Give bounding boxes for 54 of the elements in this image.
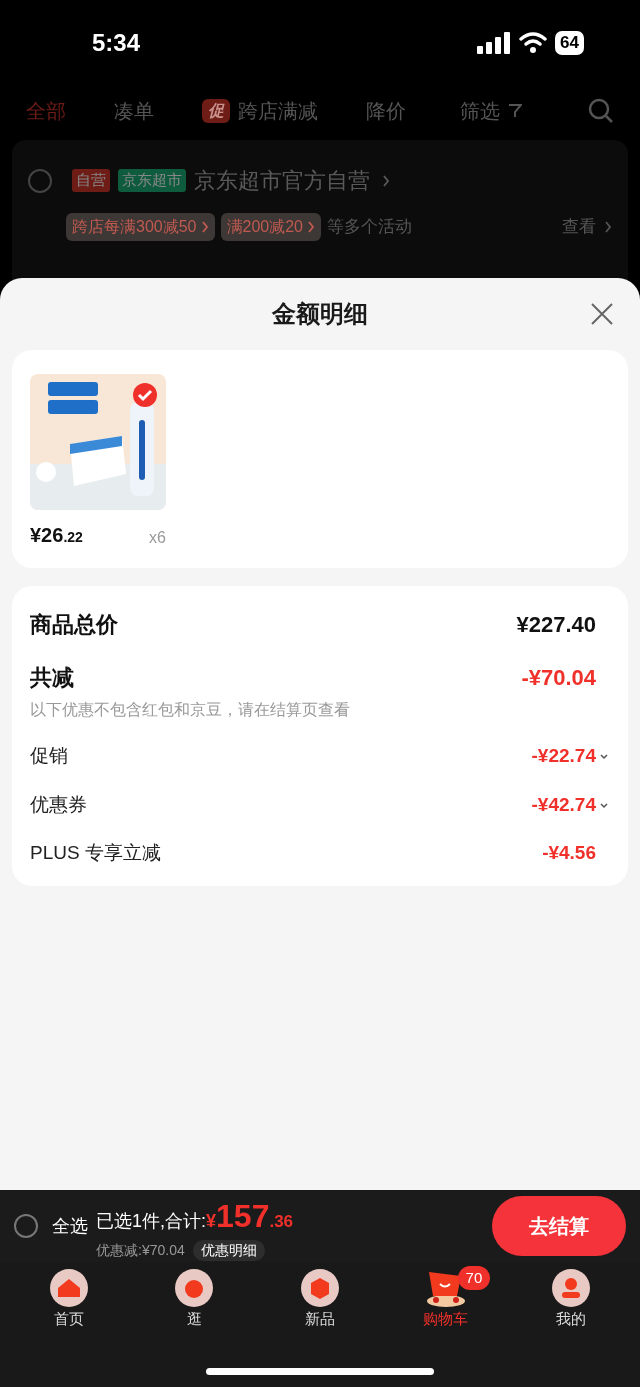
view-link[interactable]: 查看 — [562, 214, 612, 240]
summary-value: -¥42.74 — [531, 792, 596, 817]
selected-summary: 已选1件,合计: — [96, 1209, 206, 1233]
nav-tab[interactable]: 首页 — [18, 1268, 119, 1331]
house-icon — [48, 1268, 89, 1308]
cart-badge: 70 — [457, 1266, 491, 1290]
filter-tab[interactable]: 降价 — [366, 96, 406, 126]
product-quantity: x6 — [149, 528, 166, 548]
close-icon[interactable] — [590, 302, 614, 326]
select-all-label: 全选 — [52, 1214, 88, 1238]
summary-label: 商品总价 — [30, 611, 118, 639]
battery-indicator: 64 — [555, 31, 584, 55]
check-icon[interactable] — [132, 382, 158, 408]
chevron-right-icon — [307, 221, 315, 233]
wifi-icon — [519, 32, 548, 54]
store-checkbox[interactable] — [28, 168, 52, 193]
summary-value: ¥227.40 — [516, 611, 596, 639]
discount-summary: 优惠减:¥70.04 — [96, 1240, 185, 1260]
nav-tab[interactable]: 新品 — [270, 1268, 370, 1331]
product-price: ¥26.22 — [30, 523, 83, 548]
filter-tab[interactable]: 促 跨店满减 — [202, 96, 318, 126]
nav-tab[interactable]: 逛 — [144, 1268, 245, 1331]
status-time: 5:34 — [92, 28, 141, 58]
store-link[interactable]: 京东超市官方自营 — [194, 164, 390, 197]
store-tag: 京东超市 — [118, 169, 186, 192]
promo-badge: 促 — [202, 99, 230, 123]
nav-tab[interactable]: 我的 — [521, 1268, 622, 1331]
store-tag: 自营 — [72, 169, 110, 192]
box-icon — [300, 1268, 340, 1308]
summary-value: -¥4.56 — [542, 841, 596, 865]
signal-icon — [477, 32, 512, 54]
sheet-title: 金额明细 — [272, 299, 368, 329]
chevron-right-icon — [604, 221, 612, 233]
promo-chip[interactable]: 跨店每满300减50 — [66, 213, 215, 241]
promo-more: 等多个活动 — [327, 216, 412, 239]
summary-label: PLUS 专享立减 — [30, 841, 161, 865]
summary-note: 以下优惠不包含红包和京豆，请在结算页查看 — [30, 700, 351, 720]
summary-label: 促销 — [30, 744, 68, 768]
checkout-button[interactable]: 去结算 — [492, 1196, 626, 1256]
summary-label: 优惠券 — [30, 792, 87, 817]
promo-chip[interactable]: 满200减20 — [220, 213, 321, 241]
total-price: ¥157.36 — [206, 1196, 294, 1236]
filter-tab[interactable]: 凑单 — [114, 96, 154, 126]
nav-tab[interactable]: 购物车 70 — [395, 1268, 496, 1331]
person-icon — [551, 1268, 592, 1308]
summary-value: -¥22.74 — [531, 744, 596, 768]
filter-button[interactable]: 筛选 — [460, 96, 522, 126]
discount-detail-button[interactable]: 优惠明细 — [192, 1239, 265, 1261]
search-icon[interactable] — [588, 98, 614, 124]
summary-value: -¥70.04 — [521, 664, 596, 692]
chevron-right-icon — [382, 174, 390, 187]
chevron-right-icon — [200, 221, 209, 233]
summary-label: 共减 — [30, 664, 74, 692]
select-all-checkbox[interactable] — [14, 1214, 38, 1238]
